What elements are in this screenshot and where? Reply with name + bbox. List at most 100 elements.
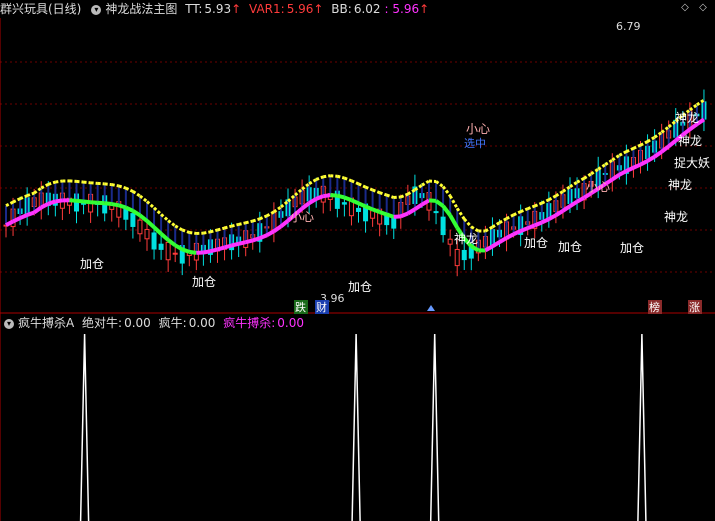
main-line-segment [393, 214, 401, 219]
band-line-segment [414, 183, 423, 192]
main-line-segment [279, 219, 290, 228]
label-jiacang: 加仓 [192, 275, 216, 289]
main-line-segment [97, 200, 105, 206]
label-shenlong: 神龙 [678, 134, 702, 148]
band-line-segment [336, 174, 345, 180]
band-line-segment [231, 222, 240, 228]
main-line-segment [667, 138, 678, 148]
main-line-segment [33, 205, 43, 215]
main-line-segment [19, 213, 28, 220]
main-line-segment [245, 238, 254, 245]
band-line-segment [421, 179, 430, 187]
candle-body [137, 219, 143, 235]
main-line-segment [343, 195, 353, 203]
main-line-segment [231, 241, 240, 248]
annotations: 6.79 3.96 加仓 加仓 加仓 加仓 加仓 加仓 神龙 神龙 神龙 神龙 … [80, 20, 710, 314]
main-line-segment [189, 249, 197, 255]
spike-mark [637, 333, 647, 521]
band-line-segment [455, 207, 466, 220]
main-line-segment [315, 194, 324, 201]
band-line-segment [512, 210, 522, 217]
label-shenlong: 神龙 [668, 178, 692, 192]
candle-body [151, 232, 157, 250]
band-line-segment [252, 217, 261, 223]
candle-body [130, 213, 136, 227]
label-xiaoxin: 小心 [586, 180, 610, 194]
main-line-segment [576, 195, 586, 204]
band-line-segment [357, 182, 367, 189]
main-line-segment [364, 204, 374, 212]
band-line-segment [203, 230, 211, 235]
badge-zhang: 涨 [689, 301, 700, 314]
main-line-segment [386, 212, 395, 219]
band-line-segment [569, 180, 578, 189]
main-line-segment [519, 226, 529, 233]
label-xiaoxin: 小心 [466, 122, 490, 136]
spike-mark [351, 333, 361, 521]
candle-body [158, 243, 164, 250]
band-line-segment [625, 146, 635, 153]
candle-body [461, 249, 467, 261]
candle-body [440, 216, 446, 236]
band-line-segment [548, 194, 557, 202]
band-line-segment [210, 228, 218, 234]
band-line-segment [40, 183, 49, 190]
band-line-segment [576, 177, 585, 184]
band-line-segment [520, 207, 529, 214]
chart-canvas[interactable]: 6.79 3.96 加仓 加仓 加仓 加仓 加仓 加仓 神龙 神龙 神龙 神龙 … [0, 0, 715, 521]
main-line-segment [111, 202, 120, 208]
up-triangle-icon [427, 305, 435, 311]
main-line-segment [55, 198, 63, 204]
band-line-segment [505, 213, 515, 220]
candle-body [454, 248, 460, 267]
main-line-segment [336, 193, 345, 200]
band-line-segment [33, 186, 43, 195]
band-line-segment [238, 221, 247, 226]
band-line-segment [611, 154, 621, 162]
main-line-segment [238, 240, 247, 246]
band-line-segment [245, 219, 254, 225]
band-line-segment [618, 150, 628, 157]
high-price-label: 6.79 [616, 20, 641, 33]
main-line-segment [118, 203, 127, 210]
main-line-segment [448, 214, 459, 229]
band-line-segment [273, 205, 282, 214]
spike-mark [429, 333, 440, 521]
main-line-segment [252, 236, 261, 243]
candle-body [123, 208, 129, 220]
main-line-segment [406, 207, 416, 216]
main-line-segment [400, 211, 409, 219]
main-line-segment [498, 236, 508, 244]
band-line-segment [541, 198, 550, 205]
band-line-segment [26, 191, 35, 198]
main-line-segment [322, 193, 331, 199]
main-line-segment [379, 210, 388, 217]
main-line-segment [618, 169, 628, 177]
band-line-segment [259, 214, 268, 221]
main-line-segment [76, 198, 84, 204]
label-jiacang: 加仓 [348, 280, 372, 294]
main-line-segment [90, 200, 98, 205]
band-line-segment [189, 230, 197, 235]
band-line-segment [463, 218, 473, 228]
main-line-segment [209, 247, 219, 254]
band-line-segment [5, 200, 14, 208]
candle-body [165, 241, 171, 261]
label-xuanzhong: 选中 [464, 137, 486, 150]
band-line-segment [132, 190, 141, 198]
main-line-segment [145, 219, 156, 229]
main-line-segment [47, 199, 56, 206]
main-line-segment [371, 207, 381, 214]
band-line-segment [343, 176, 352, 183]
band-line-segment [153, 206, 163, 216]
main-line-segment [434, 199, 445, 208]
band-line-segment [372, 188, 381, 195]
main-line-segment [413, 202, 424, 211]
band-line-segment [90, 181, 98, 185]
band-line-segment [97, 181, 105, 186]
candle-body [447, 238, 453, 245]
band-line-segment [104, 182, 112, 187]
band-line-segment [639, 140, 649, 147]
band-line-segment [125, 186, 134, 193]
stock-chart-app: 群兴玩具(日线) ▾ 神龙战法主图 TT: 5.93↑ VAR1: 5.96↑ BB: 6… [0, 0, 715, 521]
